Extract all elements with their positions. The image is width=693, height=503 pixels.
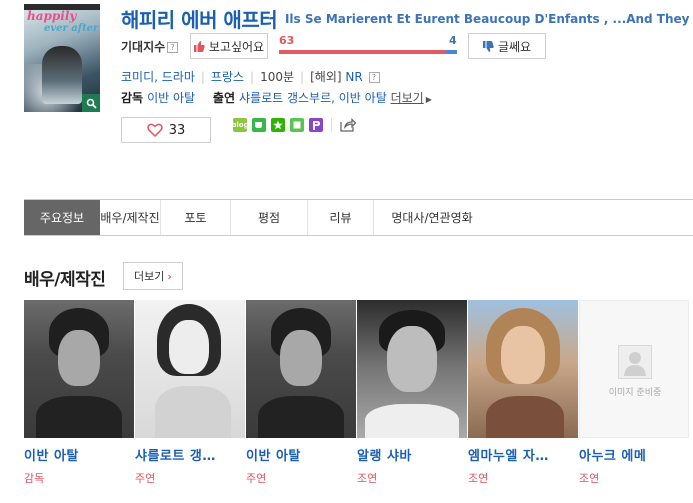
cafe-share-icon[interactable] (252, 118, 266, 132)
cast-photo-placeholder[interactable]: 이미지 준비중 (579, 300, 689, 438)
rating-prefix: [해외] (310, 70, 342, 84)
cast-photo[interactable] (357, 300, 467, 438)
expectation-bar-want (279, 50, 447, 54)
post-share-icon[interactable] (309, 118, 323, 132)
cast-photo[interactable] (246, 300, 356, 438)
want-to-see-button[interactable]: 보고싶어요 (190, 33, 268, 59)
share-divider (331, 118, 332, 132)
expectation-label-text: 기대지수 (121, 40, 166, 54)
section-title: 배우/제작진 (24, 270, 106, 290)
expectation-label: 기대지수? (121, 38, 179, 55)
not-sure-button[interactable]: 글쎄요 (468, 33, 546, 59)
director-label: 감독 (121, 91, 144, 105)
people-more-link[interactable]: 더보기 (391, 91, 424, 105)
cast-card[interactable]: 이미지 준비중 아누크 에메 조연 (579, 300, 689, 486)
heart-icon (146, 123, 163, 137)
country-link[interactable]: 프랑스 (211, 70, 244, 84)
cast-role: 조연 (357, 472, 378, 485)
cast-role: 조연 (579, 472, 600, 485)
movie-tabs: 주요정보 배우/제작진 포토 평점 리뷰 명대사/연관영화 (24, 199, 693, 236)
cast-name[interactable]: 이반 아탈 (24, 445, 129, 464)
cast-name[interactable]: 엠마누엘 자… (468, 445, 573, 464)
tab-photo[interactable]: 포토 (161, 200, 231, 235)
cast-photo[interactable] (468, 300, 578, 438)
cast-card[interactable]: 알랭 샤바 조연 (357, 300, 467, 486)
blog-share-icon[interactable]: blog (231, 118, 249, 132)
cast-name[interactable]: 샤를로트 갱… (135, 445, 240, 464)
director-link[interactable]: 이반 아탈 (147, 91, 195, 105)
tab-cast-crew[interactable]: 배우/제작진 (100, 200, 161, 235)
tab-main-info[interactable]: 주요정보 (24, 200, 100, 235)
cast-label: 출연 (212, 91, 235, 105)
share-bar: blog (231, 118, 356, 132)
cast-links[interactable]: 샤를로트 갱스부르, 이반 아탈 (239, 91, 387, 105)
cast-role: 주연 (246, 472, 267, 485)
memo-share-icon[interactable] (290, 118, 304, 132)
rating-help-icon[interactable]: ? (368, 72, 380, 83)
meta-divider: | (300, 70, 305, 84)
not-sure-label: 글쎄요 (497, 39, 532, 54)
poster-title-line1: happily (27, 9, 77, 23)
movie-title: 해피리 에버 애프터 (121, 8, 278, 32)
cast-photo[interactable] (135, 300, 245, 438)
cast-more-button[interactable]: 더보기 › (123, 262, 183, 290)
cast-list: 이반 아탈 감독 샤를로트 갱… 주연 이반 아탈 주연 알랭 샤바 조연 엠마… (24, 300, 689, 486)
rating-link[interactable]: NR (345, 70, 362, 84)
poster-title-line2: ever after (44, 23, 99, 34)
cast-card[interactable]: 이반 아탈 주연 (246, 300, 356, 486)
thumbs-down-icon (482, 40, 494, 52)
poster-zoom-button[interactable] (82, 94, 100, 112)
want-count: 63 (279, 34, 295, 47)
cast-photo[interactable] (24, 300, 134, 438)
meta-divider: | (250, 70, 255, 84)
caret-right-icon: ▶ (425, 95, 432, 104)
expectation-bar (279, 50, 457, 54)
tab-review[interactable]: 리뷰 (308, 200, 374, 235)
title-row: 해피리 에버 애프터 Ils Se Marierent Et Eurent Be… (121, 4, 693, 33)
cast-card[interactable]: 엠마누엘 자… 조연 (468, 300, 578, 486)
expectation-help-icon[interactable]: ? (167, 42, 179, 53)
thumbs-up-icon (193, 40, 205, 52)
tab-rating[interactable]: 평점 (231, 200, 308, 235)
cast-name[interactable]: 알랭 샤바 (357, 445, 462, 464)
movie-people: 감독 이반 아탈 출연 샤를로트 갱스부르, 이반 아탈 더보기 ▶ (121, 89, 432, 106)
tab-quotes-related[interactable]: 명대사/연관영화 (374, 200, 490, 235)
movie-meta: 코미디, 드라마 | 프랑스 | 100분 | [해외] NR ? (121, 68, 380, 85)
cast-more-label: 더보기 (134, 270, 165, 283)
magnifier-icon (86, 98, 97, 109)
cast-role: 감독 (24, 472, 45, 485)
not-count: 4 (449, 34, 457, 47)
cast-role: 주연 (135, 472, 156, 485)
want-to-see-label: 보고싶어요 (208, 39, 265, 54)
cast-card[interactable]: 이반 아탈 감독 (24, 300, 134, 486)
poster-figure (42, 46, 82, 104)
cast-role: 조연 (468, 472, 489, 485)
expectation-bar-not (446, 50, 457, 54)
cast-name[interactable]: 아누크 에메 (579, 445, 684, 464)
bookmark-share-icon[interactable] (271, 118, 285, 132)
meta-divider: | (200, 70, 205, 84)
like-count: 33 (168, 122, 186, 138)
no-image-text: 이미지 준비중 (608, 388, 662, 398)
genre-link[interactable]: 코미디, 드라마 (121, 70, 195, 84)
cast-name[interactable]: 이반 아탈 (246, 445, 351, 464)
cast-card[interactable]: 샤를로트 갱… 주연 (135, 300, 245, 486)
share-icon[interactable] (340, 118, 356, 132)
chevron-right-icon: › (167, 269, 172, 283)
movie-original-title: Ils Se Marierent Et Eurent Beaucoup D'En… (284, 11, 693, 26)
movie-poster[interactable]: happily ever after (24, 4, 100, 112)
like-button[interactable]: 33 (121, 117, 211, 143)
runtime: 100분 (260, 70, 295, 84)
person-placeholder-icon (618, 345, 652, 379)
